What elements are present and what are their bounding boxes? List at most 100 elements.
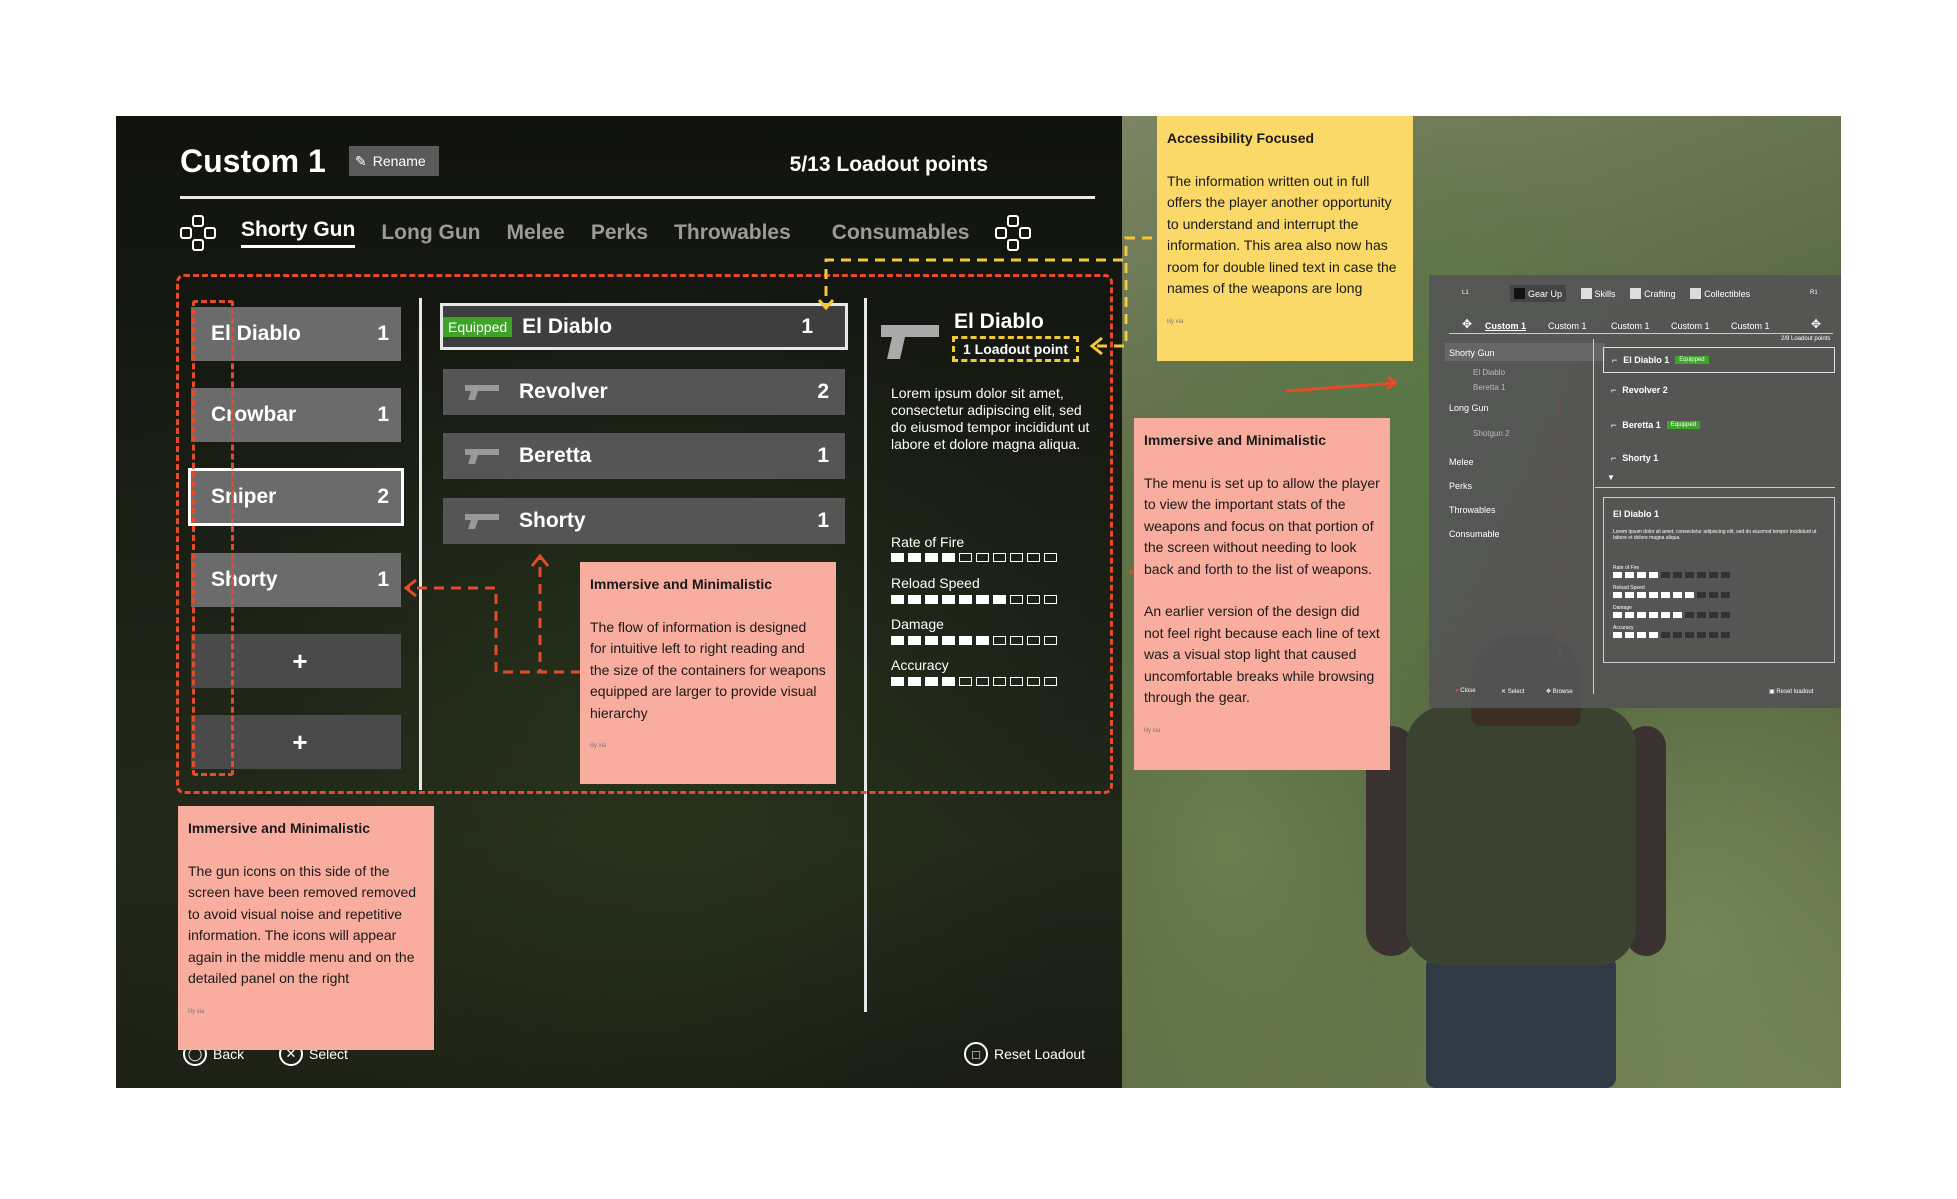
sticky-note: Accessibility Focused The information wr…: [1157, 116, 1413, 361]
mini-category[interactable]: Beretta 1: [1473, 383, 1505, 392]
dpad-left-icon[interactable]: [180, 215, 216, 251]
mini-loadout[interactable]: Custom 1: [1548, 321, 1587, 331]
sticky-note: Immersive and Minimalistic The menu is s…: [1134, 418, 1390, 770]
mini-points: 2/8 Loadout points: [1781, 336, 1831, 342]
tab-consumables[interactable]: Consumables: [832, 221, 970, 245]
stat-segment: [1637, 632, 1646, 638]
pistol-icon: ⌐: [1612, 355, 1618, 365]
loadout-title: Custom 1: [180, 143, 326, 179]
sticky-note: Immersive and Minimalistic The flow of i…: [580, 562, 836, 784]
stat-segment: [1697, 632, 1706, 638]
stat-segment: [1709, 572, 1718, 578]
mini-footer-browse[interactable]: ✥ Browse: [1546, 688, 1573, 695]
mini-loadout[interactable]: Custom 1: [1731, 321, 1770, 331]
note-body: An earlier version of the design did not…: [1144, 603, 1380, 705]
tab-long-gun[interactable]: Long Gun: [381, 221, 480, 245]
tab-shorty-gun[interactable]: Shorty Gun: [241, 218, 356, 248]
stat-segment: [1685, 592, 1694, 598]
stat-segment: [1625, 572, 1634, 578]
dpad-icon: ✥: [1462, 317, 1473, 331]
mini-footer-close[interactable]: ● Close: [1455, 688, 1476, 694]
stat-segment: [1661, 632, 1670, 638]
pistol-icon: ⌐: [1611, 385, 1617, 395]
tab-throwables[interactable]: Throwables: [674, 221, 791, 245]
mini-tab[interactable]: Collectibles: [1690, 288, 1750, 299]
mini-category[interactable]: Consumable: [1449, 529, 1500, 539]
stat-segment: [1697, 612, 1706, 618]
mini-menu-preview: L1 R1 Gear Up Skills Crafting Collectibl…: [1429, 275, 1841, 708]
divider: [1593, 339, 1594, 694]
stat-segment: [1649, 632, 1658, 638]
mini-category[interactable]: Perks: [1449, 481, 1472, 491]
mini-weapon-row[interactable]: ⌐ El Diablo 1 Equipped: [1603, 347, 1835, 373]
pistol-icon: ⌐: [1611, 420, 1617, 430]
mini-stat-label: Accuracy: [1613, 625, 1634, 631]
note-heading: Immersive and Minimalistic: [590, 576, 773, 592]
stat-segment: [1613, 592, 1622, 598]
rename-button[interactable]: ✎ Rename: [349, 146, 439, 176]
sticky-note: Immersive and Minimalistic The gun icons…: [178, 806, 434, 1050]
stat-segment: [1685, 632, 1694, 638]
mini-category[interactable]: Melee: [1449, 457, 1474, 467]
tab-melee[interactable]: Melee: [506, 221, 564, 245]
note-author: lily xia: [1144, 727, 1161, 734]
stat-segment: [1709, 632, 1718, 638]
stat-segment: [1649, 612, 1658, 618]
divider: [1595, 487, 1835, 488]
pencil-icon: ✎: [355, 152, 367, 169]
mini-loadout[interactable]: Custom 1: [1485, 321, 1526, 331]
dpad-right-icon[interactable]: [995, 215, 1032, 251]
stat-segment: [1637, 612, 1646, 618]
mini-detail-title: El Diablo 1: [1613, 509, 1660, 519]
stat-segment: [1625, 592, 1634, 598]
mini-stat-label: Reload Speed: [1613, 585, 1645, 591]
mini-weapon-row[interactable]: ⌐ Beretta 1 Equipped: [1603, 412, 1835, 438]
mini-category[interactable]: Shotgun 2: [1473, 429, 1509, 438]
mini-category[interactable]: Long Gun: [1449, 403, 1489, 413]
note-author: lily xia: [1167, 318, 1184, 325]
category-tabs: Shorty Gun Long Gun Melee Perks Throwabl…: [180, 215, 1056, 251]
stat-segment: [1697, 572, 1706, 578]
note-author: lily xia: [590, 743, 607, 749]
mini-footer-reset[interactable]: ▣ Reset loadout: [1769, 688, 1813, 695]
chevron-down-icon: ▼: [1607, 473, 1615, 482]
stat-segment: [1721, 592, 1730, 598]
mini-tab[interactable]: Skills: [1580, 288, 1616, 299]
mini-category[interactable]: Shorty Gun: [1449, 348, 1495, 358]
note-heading: Accessibility Focused: [1167, 130, 1315, 146]
mini-loadout[interactable]: Custom 1: [1611, 321, 1650, 331]
mini-weapon-row[interactable]: ⌐ Shorty 1: [1603, 445, 1835, 471]
stat-segment: [1709, 612, 1718, 618]
stat-segment: [1721, 572, 1730, 578]
note-author: lily xia: [188, 1008, 205, 1015]
mini-detail-panel: [1603, 497, 1835, 663]
tab-perks[interactable]: Perks: [591, 221, 648, 245]
stat-segment: [1685, 612, 1694, 618]
note-heading: Immersive and Minimalistic: [1144, 432, 1327, 448]
stat-segment: [1685, 572, 1694, 578]
mini-tab[interactable]: Gear Up: [1510, 285, 1567, 302]
stat-segment: [1721, 612, 1730, 618]
mini-weapon-row[interactable]: ⌐ Revolver 2: [1603, 377, 1835, 403]
header-divider: [180, 196, 1095, 199]
r1-label: R1: [1810, 290, 1818, 296]
mini-category[interactable]: Throwables: [1449, 505, 1496, 515]
stat-segment: [1649, 592, 1658, 598]
design-canvas: Custom 1 ✎ Rename 5/13 Loadout points Sh…: [116, 116, 1841, 1088]
mini-tab[interactable]: Crafting: [1630, 288, 1676, 299]
reset-loadout-button[interactable]: □ Reset Loadout: [964, 1042, 1085, 1066]
rename-label: Rename: [372, 153, 426, 169]
mini-footer-select[interactable]: ✕ Select: [1501, 688, 1524, 695]
stat-segment: [1661, 592, 1670, 598]
stat-segment: [1721, 632, 1730, 638]
stat-segment: [1697, 592, 1706, 598]
stat-segment: [1613, 612, 1622, 618]
note-body: The gun icons on this side of the screen…: [188, 862, 417, 987]
note-heading: Immersive and Minimalistic: [188, 820, 371, 836]
stat-segment: [1709, 592, 1718, 598]
mini-stat-label: Rate of Fire: [1613, 565, 1640, 571]
mini-category[interactable]: El Diablo: [1473, 368, 1505, 377]
mini-loadout[interactable]: Custom 1: [1671, 321, 1710, 331]
stat-segment: [1613, 632, 1622, 638]
stat-segment: [1637, 572, 1646, 578]
